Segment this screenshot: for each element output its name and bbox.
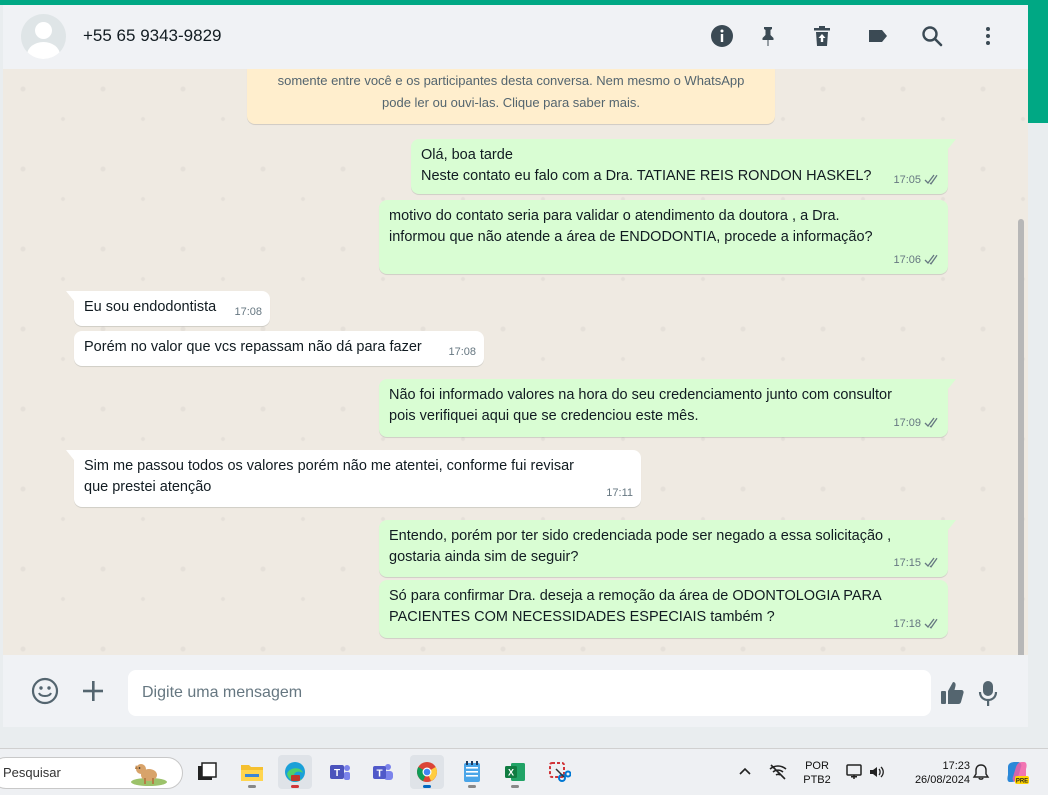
emoji-icon[interactable] [30, 676, 60, 706]
message-meta: 17:09 [893, 413, 940, 434]
message-text: PACIENTES COM NECESSIDADES ESPECIAIS tam… [389, 608, 775, 625]
keyboard-layout: PTB2 [803, 774, 831, 786]
outgoing-message[interactable]: Só para confirmar Dra. deseja a remoção … [379, 580, 948, 638]
encryption-notice-line: somente entre você e os participantes de… [277, 73, 745, 88]
svg-text:T: T [376, 769, 382, 780]
message-text: que prestei atenção [84, 478, 212, 495]
message-text: Só para confirmar Dra. deseja a remoção … [389, 588, 882, 604]
read-ticks-icon [924, 618, 938, 629]
teams-icon[interactable]: T [323, 755, 357, 789]
message-time: 17:15 [893, 556, 921, 569]
pin-icon[interactable] [755, 23, 781, 49]
message-list[interactable]: somente entre você e os participantes de… [3, 69, 1028, 655]
whatsapp-window: +55 65 9343-9829 somente entre você e os… [3, 5, 1028, 727]
search-icon[interactable] [919, 23, 945, 49]
message-text: motivo do contato seria para validar o a… [389, 208, 840, 224]
message-meta: 17:05 [893, 170, 940, 191]
edge-icon[interactable] [278, 755, 312, 789]
encryption-notice-line: pode ler ou ouvi-las. Clique para saber … [382, 95, 640, 110]
message-text: Neste contato eu falo com a Dra. TATIANE… [421, 167, 872, 184]
snipping-tool-icon[interactable] [542, 755, 576, 789]
message-time: 17:08 [448, 345, 476, 358]
thumbs-up-icon[interactable] [938, 678, 968, 708]
outgoing-message[interactable]: motivo do contato seria para validar o a… [379, 200, 948, 274]
clock-time: 17:23 [942, 760, 970, 772]
message-text: gostaria ainda sim de seguir? [389, 548, 579, 565]
read-ticks-icon [924, 557, 938, 568]
mic-icon[interactable] [973, 678, 1003, 708]
accent-side [1028, 5, 1048, 123]
svg-text:T: T [334, 768, 340, 779]
contact-name[interactable]: +55 65 9343-9829 [83, 26, 222, 46]
message-input[interactable] [128, 670, 931, 716]
info-icon[interactable] [709, 23, 735, 49]
volume-icon[interactable] [868, 763, 886, 786]
plus-icon[interactable] [78, 676, 108, 706]
message-text: pois verifiquei aqui que se credenciou e… [389, 407, 699, 424]
read-ticks-icon [924, 254, 938, 265]
message-time: 17:09 [893, 416, 921, 429]
message-time: 17:06 [893, 253, 921, 266]
read-ticks-icon [924, 417, 938, 428]
incoming-message[interactable]: Eu sou endodontista 17:08 [66, 291, 270, 326]
encryption-notice[interactable]: somente entre você e os participantes de… [247, 69, 775, 124]
clock-date: 26/08/2024 [914, 774, 970, 786]
message-composer [3, 655, 1028, 727]
message-time: 17:11 [606, 486, 633, 499]
message-text: Olá, boa tarde [421, 147, 513, 163]
tray-chevron-up-icon[interactable] [737, 764, 753, 785]
message-meta: 17:15 [893, 553, 940, 574]
chrome-icon[interactable] [410, 755, 444, 789]
outgoing-message[interactable]: Não foi informado valores na hora do seu… [379, 379, 956, 437]
teams-classic-icon[interactable]: T [366, 755, 400, 789]
taskbar-search-placeholder: Pesquisar [3, 765, 61, 780]
message-meta: 17:18 [893, 614, 940, 635]
incoming-message[interactable]: Porém no valor que vcs repassam não dá p… [74, 331, 484, 366]
delete-icon[interactable] [809, 23, 835, 49]
widgets-icon[interactable] [190, 755, 224, 789]
file-explorer-icon[interactable] [235, 755, 269, 789]
incoming-message[interactable]: Sim me passou todos os valores porém não… [66, 450, 641, 507]
language-indicator[interactable]: POR PTB2 [798, 759, 836, 787]
more-vert-icon[interactable] [975, 23, 1001, 49]
notepad-icon[interactable] [455, 755, 489, 789]
message-text: Não foi informado valores na hora do seu… [389, 387, 892, 403]
message-text: informou que não atende a área de ENDODO… [389, 228, 873, 245]
message-text: Sim me passou todos os valores porém não… [84, 458, 575, 474]
chat-header: +55 65 9343-9829 [3, 5, 1028, 69]
message-meta: 17:06 [893, 250, 940, 271]
language-code: POR [805, 760, 829, 772]
taskbar-search[interactable]: Pesquisar [0, 757, 183, 789]
excel-icon[interactable]: X [498, 755, 532, 789]
windows-taskbar: Pesquisar T T X POR PTB2 17:23 26/08/202… [0, 748, 1048, 795]
outgoing-message[interactable]: Olá, boa tarde Neste contato eu falo com… [411, 139, 956, 194]
copilot-icon[interactable]: PRE [1004, 759, 1030, 790]
notifications-icon[interactable] [972, 763, 990, 786]
display-icon[interactable] [846, 763, 864, 786]
read-ticks-icon [924, 174, 938, 185]
message-time: 17:05 [893, 173, 921, 186]
clock[interactable]: 17:23 26/08/2024 [900, 759, 970, 787]
outgoing-message[interactable]: Entendo, porém por ter sido credenciada … [379, 520, 956, 577]
chat-scrollbar[interactable] [1018, 219, 1024, 655]
message-time: 17:08 [234, 305, 262, 318]
contact-avatar[interactable] [21, 14, 66, 59]
message-time: 17:18 [893, 617, 921, 630]
message-meta: 17:08 [448, 342, 476, 363]
message-meta: 17:08 [234, 302, 262, 323]
dog-illustration-icon [131, 764, 167, 786]
message-text: Porém no valor que vcs repassam não dá p… [84, 339, 422, 355]
network-off-icon[interactable] [768, 763, 788, 786]
message-text: Entendo, porém por ter sido credenciada … [389, 528, 892, 544]
label-icon[interactable] [865, 23, 891, 49]
message-meta: 17:11 [606, 483, 633, 504]
svg-text:X: X [508, 768, 514, 778]
svg-text:PRE: PRE [1016, 779, 1028, 785]
